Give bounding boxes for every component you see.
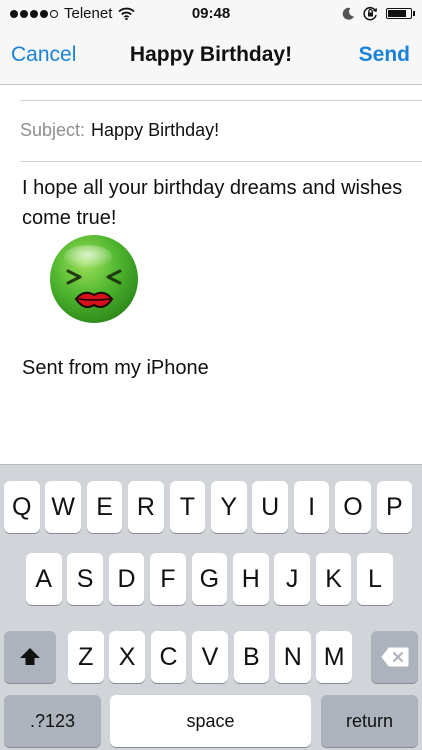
key-j[interactable]: J [274,553,310,605]
message-body[interactable]: I hope all your birthday dreams and wish… [22,173,412,233]
orientation-lock-icon [363,6,378,21]
subject-field[interactable]: Subject: Happy Birthday! [20,117,422,143]
shift-key[interactable] [4,631,56,683]
status-indicators [342,6,415,21]
send-button[interactable]: Send [359,43,410,67]
key-c[interactable]: C [150,631,187,683]
mail-compose-screen: Telenet 09:48 Cancel Happy Birthday! Sen… [0,0,422,750]
key-g[interactable]: G [191,553,228,605]
key-y[interactable]: Y [211,481,247,533]
key-m[interactable]: M [316,631,352,683]
email-signature[interactable]: Sent from my iPhone [22,353,209,383]
key-b[interactable]: B [233,631,270,683]
key-k[interactable]: K [315,553,352,605]
battery-icon [386,8,415,19]
field-divider [20,100,422,101]
key-z[interactable]: Z [68,631,104,683]
key-t[interactable]: T [169,481,206,533]
numbers-key[interactable]: .?123 [4,695,101,747]
key-s[interactable]: S [67,553,103,605]
keyboard: .?123 space return QWERTYUIOP ASDFGHJKL ZX… [0,464,422,750]
return-key[interactable]: return [321,695,418,747]
key-p[interactable]: P [376,481,413,533]
key-d[interactable]: D [108,553,145,605]
field-divider [20,161,422,162]
key-n[interactable]: N [275,631,311,683]
navigation-bar: Cancel Happy Birthday! Send [0,30,422,85]
status-bar: Telenet 09:48 [0,0,422,30]
key-a[interactable]: A [26,553,62,605]
key-u[interactable]: U [252,481,288,533]
key-f[interactable]: F [150,553,186,605]
key-r[interactable]: R [128,481,164,533]
key-v[interactable]: V [192,631,228,683]
key-l[interactable]: L [357,553,393,605]
key-e[interactable]: E [86,481,123,533]
key-q[interactable]: Q [4,481,40,533]
key-i[interactable]: I [293,481,330,533]
kissing-face-emoji-icon [48,233,140,325]
key-x[interactable]: X [109,631,145,683]
do-not-disturb-moon-icon [342,7,354,20]
delete-key[interactable] [371,631,418,683]
subject-value[interactable]: Happy Birthday! [91,120,219,140]
shift-arrow-icon [20,648,40,665]
key-h[interactable]: H [233,553,269,605]
backspace-icon [380,647,408,667]
key-o[interactable]: O [335,481,371,533]
space-key[interactable]: space [110,695,311,747]
key-w[interactable]: W [45,481,81,533]
subject-label: Subject: [20,120,86,140]
